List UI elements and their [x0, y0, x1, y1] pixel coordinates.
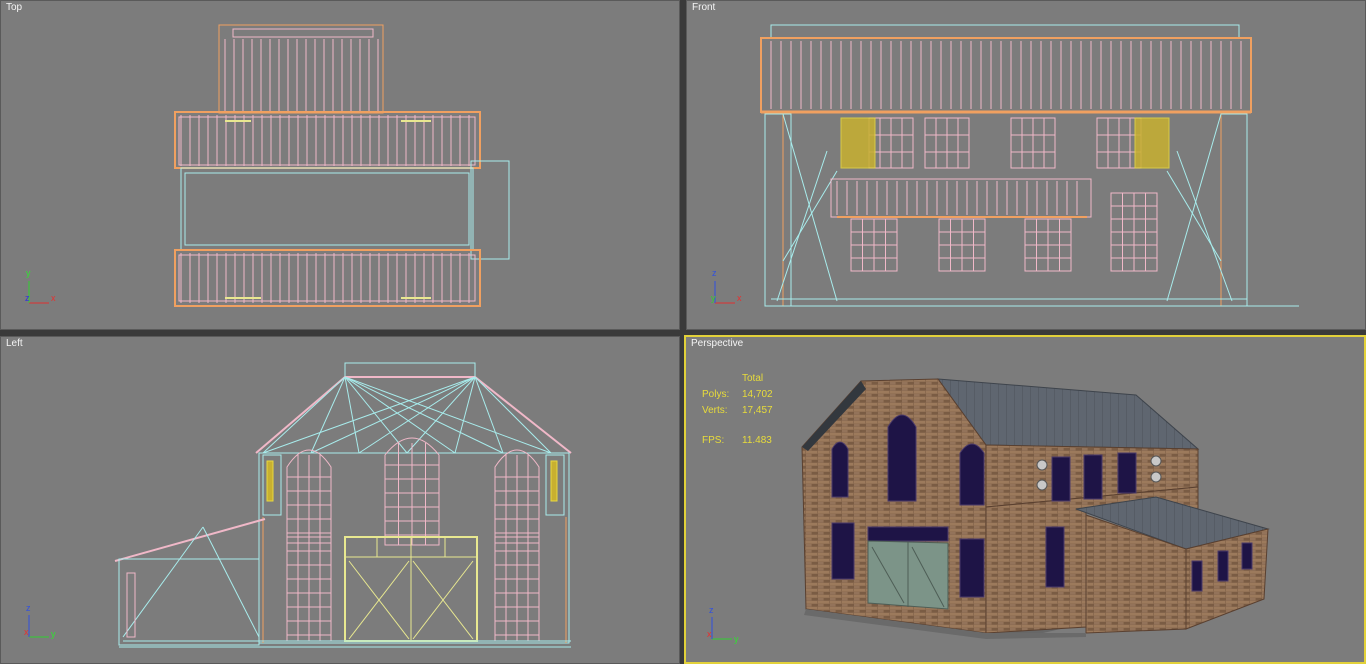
- axis-gizmo-left: z y x: [24, 603, 56, 639]
- stats-header: Total: [742, 373, 764, 384]
- fps-value: 11.483: [742, 435, 772, 446]
- axis-label-center: x: [707, 629, 712, 639]
- viewport-top[interactable]: Top y x z: [0, 0, 680, 330]
- viewport-label-front[interactable]: Front: [692, 2, 715, 13]
- axis-label-up: z: [26, 603, 31, 613]
- fps-label: FPS:: [702, 435, 725, 446]
- viewport-perspective[interactable]: Perspective Total Polys: 14,702 Verts: 17,…: [684, 335, 1366, 664]
- axis-label-right: x: [51, 293, 56, 303]
- axis-label-center: x: [24, 627, 29, 637]
- axis-label-up: z: [712, 268, 717, 278]
- viewport-label-perspective[interactable]: Perspective: [691, 338, 743, 349]
- axis-gizmo-top: y x z: [25, 268, 56, 304]
- viewport-label-left[interactable]: Left: [6, 338, 23, 349]
- polys-label: Polys:: [702, 389, 730, 400]
- axis-label-right: y: [734, 634, 739, 644]
- axis-label-right: x: [737, 293, 742, 303]
- verts-label: Verts:: [702, 405, 728, 416]
- front-wireframe: z x y: [711, 24, 1299, 307]
- statistics-overlay: Total Polys: 14,702 Verts: 17,457 FPS: 11.4…: [702, 371, 773, 449]
- axis-label-up: z: [709, 605, 714, 615]
- top-wireframe: y x z: [25, 24, 510, 307]
- axis-gizmo-front: z x y: [711, 268, 742, 304]
- left-wireframe: z y x: [24, 362, 572, 648]
- axis-label-up: y: [26, 268, 31, 278]
- viewport-left[interactable]: Left z y x: [0, 336, 680, 664]
- rendered-building: z y x: [707, 378, 1270, 644]
- polys-value: 14,702: [742, 389, 773, 400]
- axis-gizmo-perspective: z y x: [707, 605, 739, 644]
- axis-label-center: z: [25, 293, 30, 303]
- viewport-label-top[interactable]: Top: [6, 2, 22, 13]
- viewport-front[interactable]: Front z x y: [686, 0, 1366, 330]
- verts-value: 17,457: [742, 405, 773, 416]
- axis-label-right: y: [51, 629, 56, 639]
- axis-label-center: y: [711, 293, 716, 303]
